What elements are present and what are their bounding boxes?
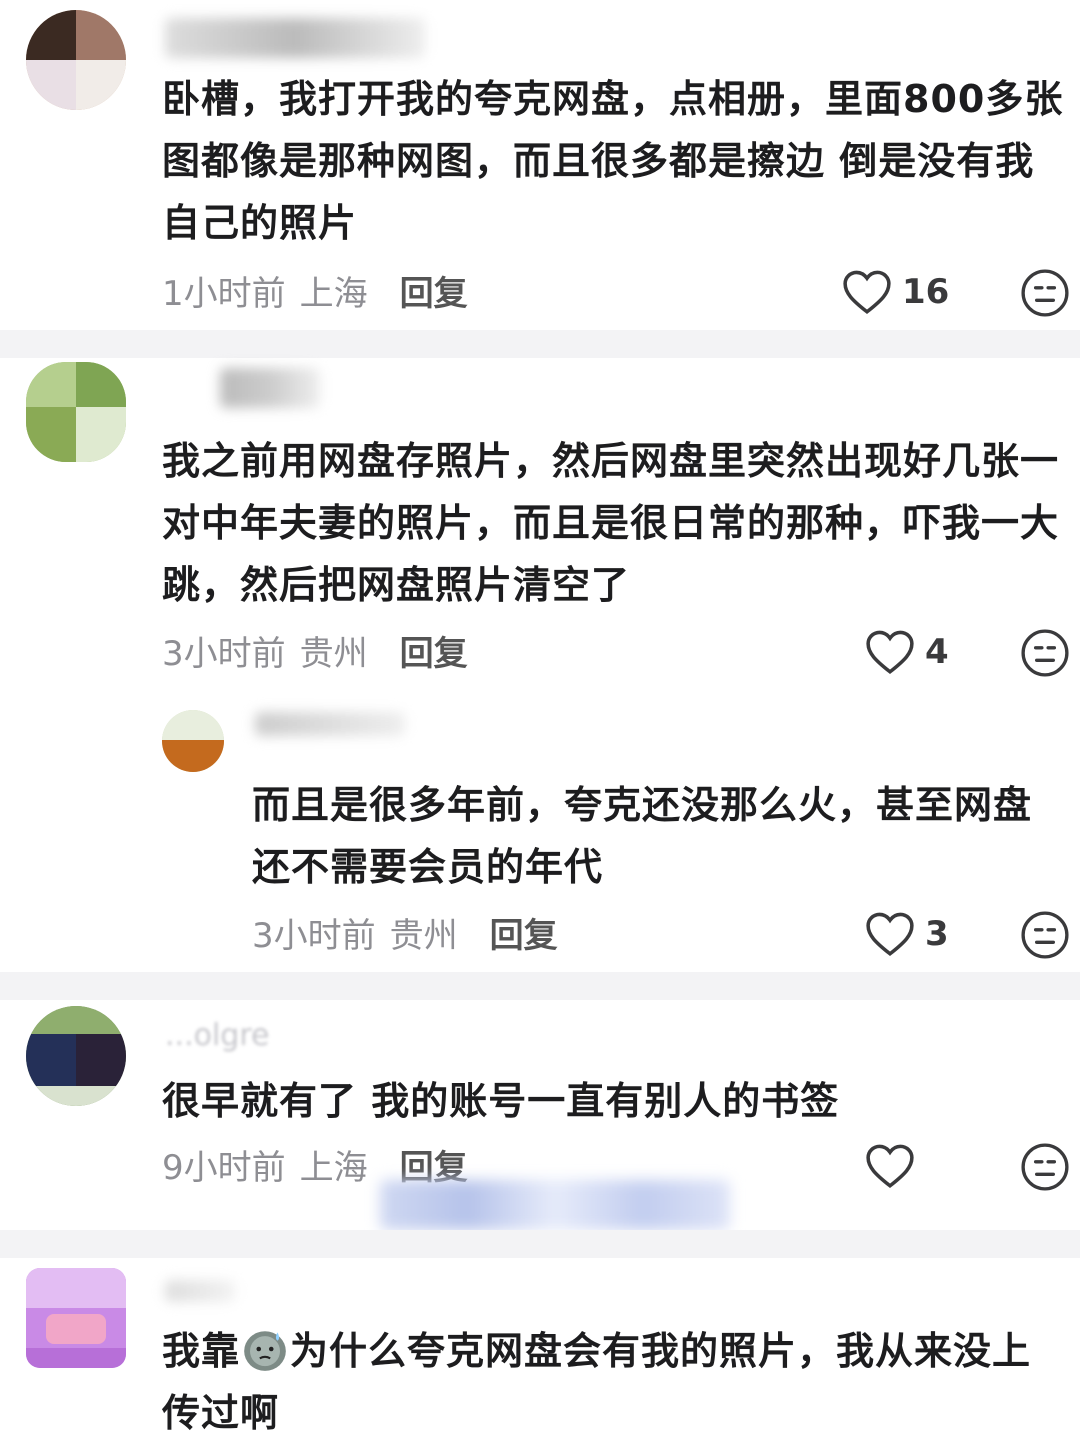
username-redacted[interactable] [165, 18, 425, 58]
like-button[interactable] [865, 1136, 925, 1196]
avatar[interactable] [26, 362, 126, 462]
username-redacted[interactable] [255, 712, 405, 736]
reply-button[interactable]: 回复 [400, 626, 468, 675]
reply-location: 贵州 [389, 915, 458, 956]
reply-button[interactable]: 回复 [490, 908, 558, 957]
comment-text: 我之前用网盘存照片，然后网盘里突然出现好几张一对中年夫妻的照片，而且是很日常的那… [162, 439, 1060, 607]
neutral-face-icon[interactable] [1020, 1142, 1070, 1192]
comment-meta: 3小时前 贵州 回复 [162, 620, 468, 680]
like-button[interactable]: 16 [842, 262, 949, 322]
neutral-face-icon[interactable] [1020, 268, 1070, 318]
like-count: 4 [925, 632, 949, 672]
redacted-overlay [380, 1180, 730, 1230]
username-redacted[interactable] [165, 1280, 235, 1302]
comment-text: 很早就有了 我的账号一直有别人的书签 [162, 1079, 840, 1123]
comment-meta: 1小时前 上海 回复 [162, 260, 468, 320]
username-redacted[interactable] [220, 368, 320, 408]
sweat-face-emoji [244, 1331, 286, 1371]
comment-text: 我靠 为什么夸克网盘会有我的照片，我从来没上传过啊 [162, 1320, 1067, 1444]
comment-text: 卧槽，我打开我的夸克网盘，点相册，里面800多张图都像是那种网图，而且很多都是擦… [162, 77, 1064, 245]
avatar[interactable] [26, 10, 126, 110]
reply-time: 3小时前 [252, 915, 376, 956]
comment-time: 3小时前 [162, 633, 286, 674]
heart-outline-icon [866, 912, 914, 957]
neutral-face-icon[interactable] [1020, 910, 1070, 960]
avatar[interactable] [26, 1268, 126, 1368]
comment-location: 上海 [299, 273, 368, 314]
neutral-face-icon[interactable] [1020, 628, 1070, 678]
comment-time: 1小时前 [162, 273, 286, 314]
avatar[interactable] [26, 1006, 126, 1106]
like-button[interactable]: 4 [865, 622, 949, 682]
like-button[interactable]: 3 [865, 904, 949, 964]
heart-outline-icon [843, 270, 891, 315]
comment-location: 贵州 [299, 633, 368, 674]
reply-text: 而且是很多年前，夸克还没那么火，甚至网盘还不需要会员的年代 [252, 783, 1033, 889]
section-divider [0, 330, 1080, 358]
section-divider [0, 1230, 1080, 1258]
reply-button[interactable]: 回复 [400, 266, 468, 315]
heart-outline-icon [866, 630, 914, 675]
like-count: 3 [925, 914, 949, 954]
comment-time: 9小时前 [162, 1147, 286, 1188]
avatar[interactable] [162, 710, 224, 772]
username[interactable]: ...olgre [165, 1018, 269, 1053]
heart-outline-icon [866, 1144, 914, 1189]
comment-location: 上海 [299, 1147, 368, 1188]
like-count: 16 [902, 272, 950, 312]
section-divider [0, 972, 1080, 1000]
reply-meta: 3小时前 贵州 回复 [252, 902, 558, 962]
